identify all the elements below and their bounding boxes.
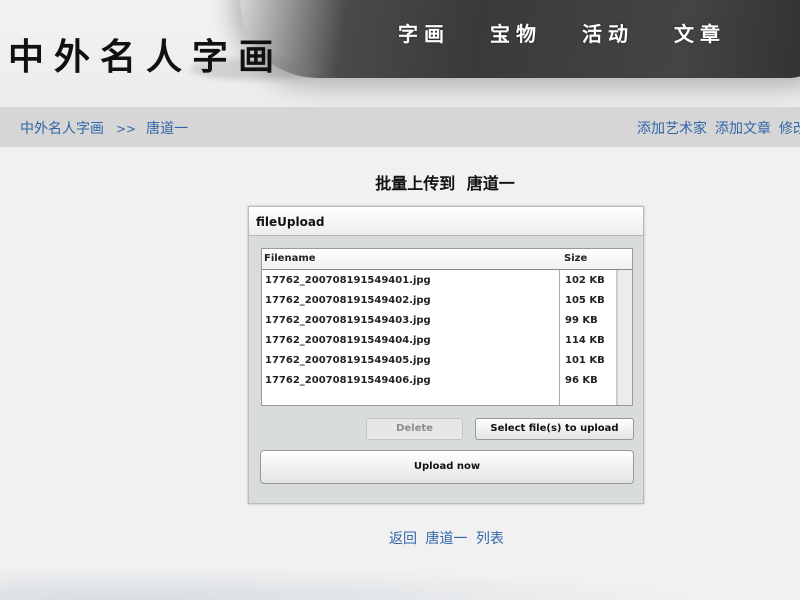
select-files-button[interactable]: Select file(s) to upload xyxy=(475,418,634,440)
artist-link[interactable]: 唐道一 xyxy=(425,531,467,547)
breadcrumb-bar: 中外名人字画 >> 唐道一 添加艺术家添加文章修改 xyxy=(0,107,800,147)
file-name: 17762_200708191549403.jpg xyxy=(265,315,431,326)
add-artist-link[interactable]: 添加艺术家 xyxy=(637,121,707,137)
action-links: 添加艺术家添加文章修改 xyxy=(637,118,800,138)
file-upload-panel: fileUpload Filename Size 17762_200708191… xyxy=(248,206,644,504)
breadcrumb: 中外名人字画 >> 唐道一 xyxy=(20,118,188,138)
main-nav: 字画 宝物 活动 文章 xyxy=(398,18,766,47)
file-row[interactable]: 17762_200708191549401.jpg 102 KB xyxy=(262,270,632,290)
add-article-link[interactable]: 添加文章 xyxy=(715,121,771,137)
file-row[interactable]: 17762_200708191549406.jpg 96 KB xyxy=(262,370,632,390)
upload-now-button[interactable]: Upload now xyxy=(260,450,634,484)
file-list[interactable]: Filename Size 17762_200708191549401.jpg … xyxy=(261,248,633,406)
header-banner: 中外名人字画 字画 宝物 活动 文章 xyxy=(0,0,800,107)
file-row[interactable]: 17762_200708191549402.jpg 105 KB xyxy=(262,290,632,310)
file-row[interactable]: 17762_200708191549403.jpg 99 KB xyxy=(262,310,632,330)
column-header-size[interactable]: Size xyxy=(564,253,587,264)
file-size: 102 KB xyxy=(565,275,605,286)
page-title: 批量上传到 唐道一 xyxy=(0,170,800,194)
file-size: 105 KB xyxy=(565,295,605,306)
cloud-decoration xyxy=(0,560,800,600)
nav-item-events[interactable]: 活动 xyxy=(582,18,674,47)
file-name: 17762_200708191549401.jpg xyxy=(265,275,431,286)
nav-item-calligraphy[interactable]: 字画 xyxy=(398,18,490,47)
file-name: 17762_200708191549405.jpg xyxy=(265,355,431,366)
file-list-header: Filename Size xyxy=(262,249,632,270)
footer-links: 返回 唐道一 列表 xyxy=(389,528,508,548)
nav-item-treasures[interactable]: 宝物 xyxy=(490,18,582,47)
breadcrumb-home[interactable]: 中外名人字画 xyxy=(20,121,104,137)
page-title-artist: 唐道一 xyxy=(466,174,515,193)
file-size: 101 KB xyxy=(565,355,605,366)
file-size: 114 KB xyxy=(565,335,605,346)
column-header-filename[interactable]: Filename xyxy=(264,253,316,264)
delete-button[interactable]: Delete xyxy=(366,418,463,440)
file-size: 96 KB xyxy=(565,375,598,386)
file-name: 17762_200708191549404.jpg xyxy=(265,335,431,346)
panel-title: fileUpload xyxy=(249,207,643,236)
page-title-prefix: 批量上传到 xyxy=(375,174,456,193)
breadcrumb-separator: >> xyxy=(116,122,137,136)
nav-item-articles[interactable]: 文章 xyxy=(674,18,766,47)
back-link[interactable]: 返回 xyxy=(389,531,417,547)
list-link[interactable]: 列表 xyxy=(476,531,504,547)
file-row[interactable]: 17762_200708191549405.jpg 101 KB xyxy=(262,350,632,370)
site-logo[interactable]: 中外名人字画 xyxy=(8,28,284,80)
file-size: 99 KB xyxy=(565,315,598,326)
file-name: 17762_200708191549402.jpg xyxy=(265,295,431,306)
edit-link[interactable]: 修改 xyxy=(779,121,800,137)
file-name: 17762_200708191549406.jpg xyxy=(265,375,431,386)
file-row[interactable]: 17762_200708191549404.jpg 114 KB xyxy=(262,330,632,350)
breadcrumb-current[interactable]: 唐道一 xyxy=(146,121,188,137)
